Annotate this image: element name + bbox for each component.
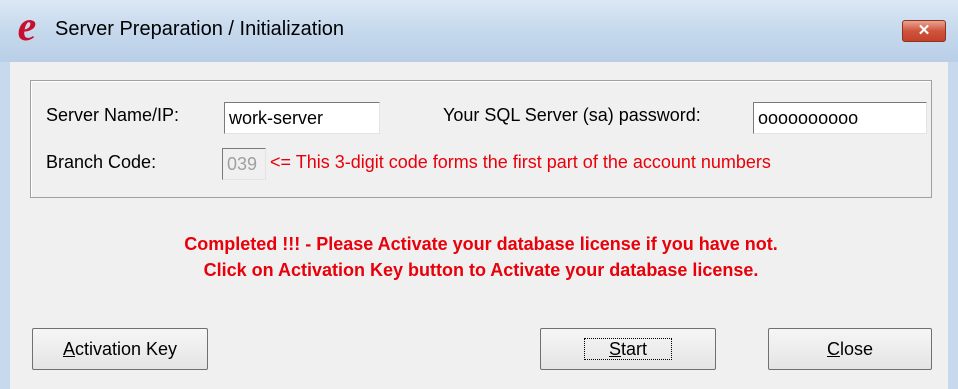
title-bar[interactable]: e Server Preparation / Initialization ✕ — [0, 0, 958, 62]
activation-key-label: ctivation Key — [74, 339, 178, 359]
close-button[interactable]: Close — [768, 328, 932, 370]
activation-key-accel: A — [62, 339, 75, 359]
branch-code-hint: <= This 3-digit code forms the first par… — [270, 152, 771, 172]
dialog-window: e Server Preparation / Initialization ✕ … — [0, 0, 958, 389]
branch-code-label: Branch Code: — [46, 152, 157, 172]
sa-password-input[interactable]: oooooooooo — [753, 102, 927, 134]
start-accel: S — [608, 339, 621, 359]
close-window-button[interactable]: ✕ — [902, 20, 946, 42]
connection-groupbox — [30, 80, 932, 198]
sa-password-label: Your SQL Server (sa) password: — [443, 105, 701, 125]
activation-key-button[interactable]: Activation Key — [32, 328, 208, 370]
close-icon: ✕ — [917, 22, 931, 39]
window-frame-left — [0, 62, 10, 389]
status-message-line1: Completed !!! - Please Activate your dat… — [184, 234, 778, 254]
window-frame-right — [948, 62, 958, 389]
app-logo-icon: e — [17, 4, 37, 50]
server-name-input[interactable]: work-server — [224, 102, 380, 134]
start-focus-rect: Start — [583, 338, 673, 360]
close-accel: C — [826, 339, 840, 359]
start-button[interactable]: Start — [540, 328, 716, 370]
status-message-line2: Click on Activation Key button to Activa… — [203, 260, 759, 280]
server-name-label: Server Name/IP: — [46, 105, 180, 125]
branch-code-input: 039 — [222, 148, 266, 180]
window-title: Server Preparation / Initialization — [55, 18, 345, 40]
start-label: tart — [621, 339, 648, 359]
close-label: lose — [839, 339, 874, 359]
